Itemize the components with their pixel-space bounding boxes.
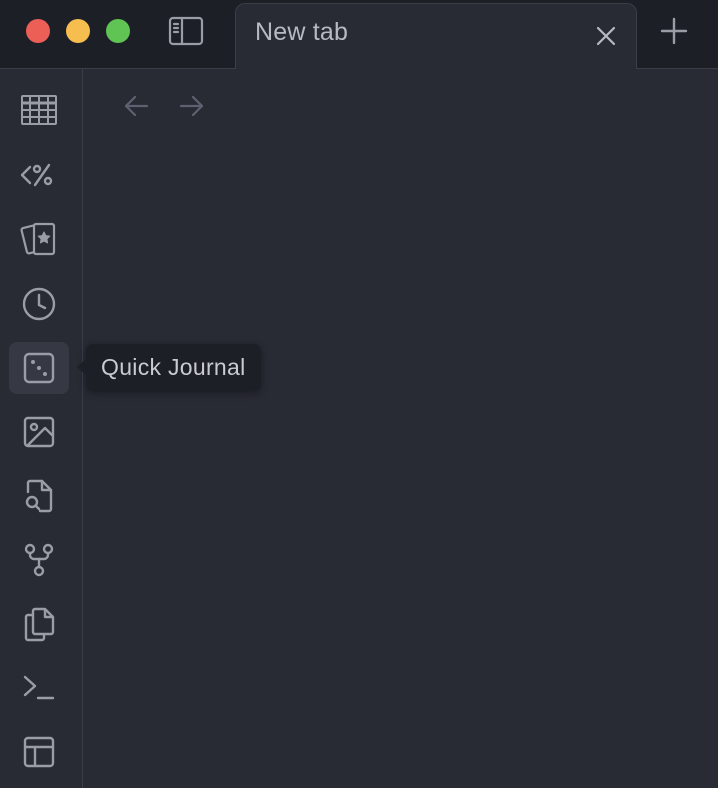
tab-close-button[interactable] bbox=[594, 24, 618, 48]
clock-icon bbox=[22, 287, 56, 321]
copy-files-icon bbox=[24, 607, 55, 642]
close-icon bbox=[596, 26, 616, 46]
git-fork-icon bbox=[24, 543, 54, 577]
ribbon-item-recent[interactable] bbox=[9, 278, 69, 330]
layout-icon bbox=[23, 736, 55, 768]
tab-title: New tab bbox=[255, 18, 349, 46]
forward-button[interactable] bbox=[177, 92, 207, 120]
template-icon bbox=[20, 163, 53, 187]
ribbon-item-quick-journal[interactable] bbox=[9, 342, 69, 394]
arrow-right-icon bbox=[179, 95, 204, 117]
ribbon-item-file-search[interactable] bbox=[9, 470, 69, 522]
title-bar: New tab bbox=[0, 0, 718, 69]
tooltip-text: Quick Journal bbox=[101, 354, 246, 380]
ribbon-item-table[interactable] bbox=[9, 84, 69, 136]
table-icon bbox=[21, 95, 57, 125]
titlebar-divider bbox=[637, 68, 718, 69]
tooltip: Quick Journal bbox=[77, 344, 261, 391]
ribbon-item-layout[interactable] bbox=[9, 726, 69, 778]
tab-new-tab[interactable]: New tab bbox=[235, 3, 637, 69]
sidebar-toggle-button[interactable] bbox=[166, 13, 206, 49]
image-icon bbox=[23, 416, 55, 448]
new-tab-button[interactable] bbox=[656, 13, 692, 49]
sidebar-toggle-icon bbox=[168, 16, 204, 46]
app-window: New tab Quick Journal bbox=[0, 0, 718, 788]
file-search-icon bbox=[25, 479, 53, 513]
ribbon-item-terminal[interactable] bbox=[9, 662, 69, 714]
starred-cards-icon bbox=[20, 222, 56, 256]
window-zoom-button[interactable] bbox=[106, 19, 130, 43]
ribbon-item-image[interactable] bbox=[9, 406, 69, 458]
arrow-left-icon bbox=[124, 95, 149, 117]
dice-icon bbox=[23, 352, 55, 384]
ribbon-item-git[interactable] bbox=[9, 534, 69, 586]
terminal-icon bbox=[23, 675, 55, 700]
ribbon-item-template[interactable] bbox=[9, 149, 69, 201]
window-close-button[interactable] bbox=[26, 19, 50, 43]
ribbon-item-copy[interactable] bbox=[9, 598, 69, 650]
ribbon-item-starred-cards[interactable] bbox=[9, 213, 69, 265]
window-minimize-button[interactable] bbox=[66, 19, 90, 43]
plus-icon bbox=[660, 17, 688, 45]
back-button[interactable] bbox=[121, 92, 151, 120]
